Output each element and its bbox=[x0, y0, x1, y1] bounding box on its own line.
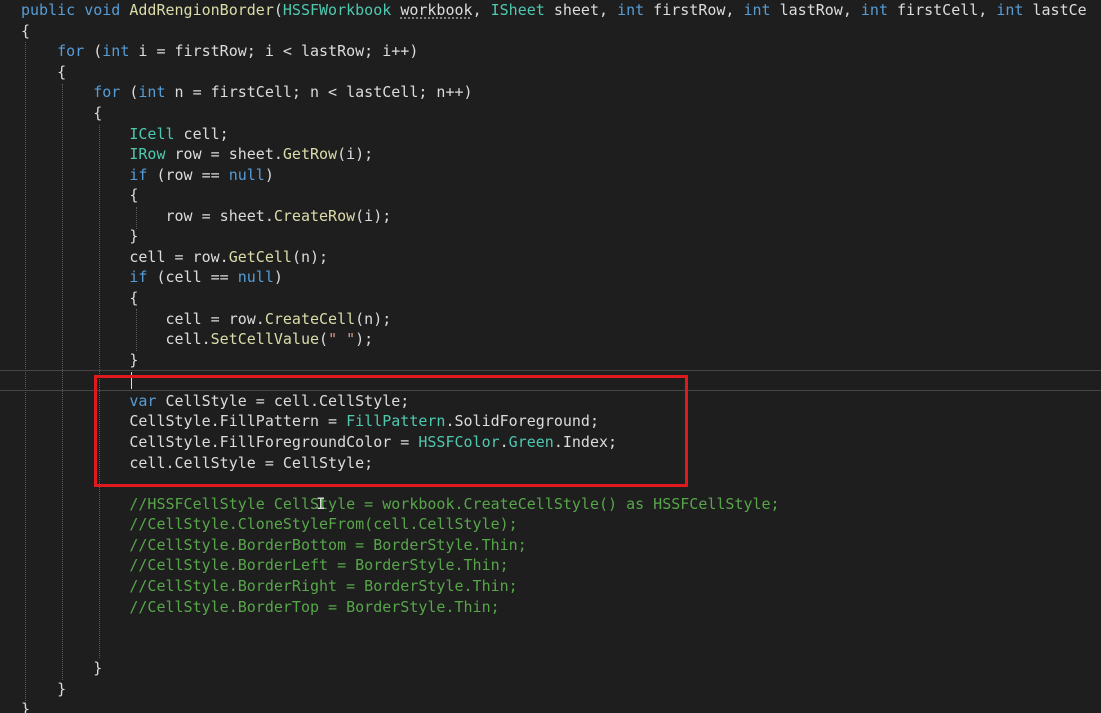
code-line-4: { bbox=[57, 63, 67, 81]
code-line-7: ICell cell; bbox=[129, 125, 229, 143]
code-line-5: for (int n = firstCell; n < lastCell; n+… bbox=[93, 83, 473, 101]
code-line-13: cell = row.GetCell(n); bbox=[129, 248, 329, 266]
highlight-annotation-box bbox=[94, 375, 688, 487]
code-line-3: for (int i = firstRow; i < lastRow; i++) bbox=[57, 42, 419, 60]
code-line-35: } bbox=[57, 680, 67, 698]
code-line-16: cell = row.CreateCell(n); bbox=[165, 310, 392, 328]
code-line-10: { bbox=[129, 186, 139, 204]
code-line-29: //CellStyle.BorderRight = BorderStyle.Th… bbox=[129, 577, 518, 595]
code-line-18: } bbox=[129, 351, 139, 369]
code-line-6: { bbox=[93, 104, 103, 122]
code-line-1: public void AddRengionBorder(HSSFWorkboo… bbox=[21, 1, 1087, 19]
code-line-15: { bbox=[129, 289, 139, 307]
code-line-36: } bbox=[21, 700, 31, 713]
code-line-12: } bbox=[129, 227, 139, 245]
code-line-30: //CellStyle.BorderTop = BorderStyle.Thin… bbox=[129, 598, 500, 616]
code-line-27: //CellStyle.BorderBottom = BorderStyle.T… bbox=[129, 536, 527, 554]
code-line-34: } bbox=[93, 659, 103, 677]
code-line-11: row = sheet.CreateRow(i); bbox=[165, 207, 392, 225]
code-line-14: if (cell == null) bbox=[129, 268, 283, 286]
code-line-2: { bbox=[21, 22, 31, 40]
code-line-26: //CellStyle.CloneStyleFrom(cell.CellStyl… bbox=[129, 515, 518, 533]
code-line-9: if (row == null) bbox=[129, 166, 274, 184]
code-line-25: //HSSFCellStyle CellStyle = workbook.Cre… bbox=[129, 495, 780, 513]
code-line-28: //CellStyle.BorderLeft = BorderStyle.Thi… bbox=[129, 556, 509, 574]
code-line-17: cell.SetCellValue(" "); bbox=[165, 330, 374, 348]
code-line-8: IRow row = sheet.GetRow(i); bbox=[129, 145, 374, 163]
code-editor[interactable]: public void AddRengionBorder(HSSFWorkboo… bbox=[0, 0, 1101, 713]
i-beam-cursor-icon: I bbox=[316, 494, 326, 513]
